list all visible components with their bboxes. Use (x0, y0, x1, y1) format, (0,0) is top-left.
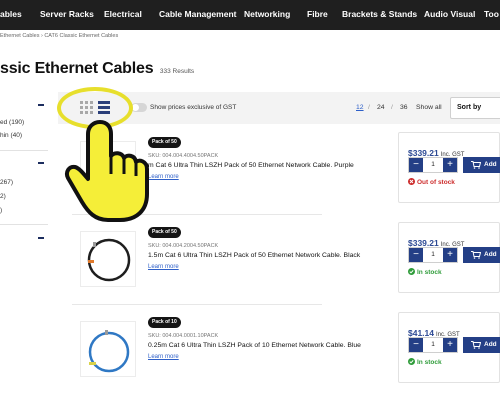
page-title-row: ssic Ethernet Cables 333 Results (0, 60, 194, 78)
collapse-icon[interactable] (38, 104, 44, 106)
filter-option[interactable]: 2) (0, 193, 6, 200)
row-divider (72, 304, 322, 305)
gst-toggle-label: Show prices exclusive of GST (150, 104, 237, 111)
filter-option[interactable]: hin (40) (0, 132, 22, 139)
nav-item-brackets-stands[interactable]: Brackets & Stands (342, 9, 417, 19)
buy-card: $41.14 Inc. GST − 1 + Add In stock (398, 312, 500, 383)
product-image[interactable] (80, 231, 136, 287)
sidebar-divider (0, 224, 48, 225)
nav-item-fibre[interactable]: Fibre (307, 9, 328, 19)
pack-badge: Pack of 10 (148, 317, 181, 328)
quantity-stepper: − 1 + (408, 337, 458, 353)
add-label: Add (484, 161, 497, 168)
qty-increase-button[interactable]: + (443, 248, 457, 262)
product-name[interactable]: 1.5m Cat 6 Ultra Thin LSZH Pack of 50 Et… (148, 252, 360, 259)
page-size-separator: / (368, 104, 370, 111)
out-of-stock-icon (408, 178, 415, 185)
add-label: Add (484, 341, 497, 348)
product-image[interactable] (80, 321, 136, 377)
learn-more-link[interactable]: Learn more (148, 354, 179, 360)
product-name[interactable]: 0.25m Cat 6 Ultra Thin LSZH Pack of 10 E… (148, 342, 361, 349)
stock-text: In stock (417, 359, 442, 366)
nav-item-cables[interactable]: ables (0, 9, 22, 19)
sidebar-divider (0, 150, 48, 151)
gst-toggle[interactable] (131, 103, 147, 112)
product-sku: SKU: 004.004.2004.50PACK (148, 243, 219, 249)
page-size-24[interactable]: 24 (377, 104, 385, 111)
cart-icon (471, 251, 481, 259)
nav-item-electrical[interactable]: Electrical (104, 9, 142, 19)
product-sku: SKU: 004.004.0001.10PACK (148, 333, 219, 339)
add-to-cart-button[interactable]: Add (463, 247, 500, 263)
page-size-36[interactable]: 36 (400, 104, 408, 111)
qty-value[interactable]: 1 (423, 341, 443, 348)
qty-increase-button[interactable]: + (443, 338, 457, 352)
add-to-cart-button[interactable]: Add (463, 337, 500, 353)
nav-item-networking[interactable]: Networking (244, 9, 290, 19)
qty-decrease-button[interactable]: − (409, 158, 423, 172)
quantity-stepper: − 1 + (408, 157, 458, 173)
buy-card: $339.21 Inc. GST − 1 + Add Out of stock (398, 132, 500, 203)
collapse-icon[interactable] (38, 237, 44, 239)
page-size-separator: / (391, 104, 393, 111)
filter-sidebar: ed (190) hin (40) 267) 2) ) (0, 92, 48, 400)
nav-item-server-racks[interactable]: Server Racks (40, 9, 94, 19)
cart-icon (471, 341, 481, 349)
add-label: Add (484, 251, 497, 258)
stock-status: In stock (408, 268, 442, 276)
top-nav: ables Server Racks Electrical Cable Mana… (0, 0, 500, 30)
product-sku: SKU: 004.004.4004.50PACK (148, 153, 219, 159)
stock-text: In stock (417, 269, 442, 276)
learn-more-link[interactable]: Learn more (148, 264, 179, 270)
nav-item-tools[interactable]: Too (484, 9, 499, 19)
filter-option[interactable]: ) (0, 207, 2, 214)
qty-increase-button[interactable]: + (443, 158, 457, 172)
qty-value[interactable]: 1 (423, 251, 443, 258)
breadcrumb[interactable]: Ethernet Cables › CAT6 Classic Ethernet … (0, 33, 118, 39)
collapse-icon[interactable] (38, 162, 44, 164)
add-to-cart-button[interactable]: Add (463, 157, 500, 173)
in-stock-icon (408, 358, 415, 365)
page-size-12[interactable]: 12 (356, 104, 364, 111)
nav-item-cable-management[interactable]: Cable Management (159, 9, 236, 19)
stock-text: Out of stock (417, 179, 455, 186)
in-stock-icon (408, 268, 415, 275)
filter-option[interactable]: 267) (0, 179, 13, 186)
stock-status: Out of stock (408, 178, 455, 186)
cart-icon (471, 161, 481, 169)
sort-dropdown[interactable]: Sort by (450, 97, 500, 119)
product-name[interactable]: m Cat 6 Ultra Thin LSZH Pack of 50 Ether… (148, 162, 354, 169)
filter-option[interactable]: ed (190) (0, 119, 24, 126)
pointing-hand-icon (64, 120, 149, 222)
qty-decrease-button[interactable]: − (409, 248, 423, 262)
page-title: ssic Ethernet Cables (0, 60, 154, 77)
nav-item-audio-visual[interactable]: Audio Visual (424, 9, 475, 19)
stock-status: In stock (408, 358, 442, 366)
quantity-stepper: − 1 + (408, 247, 458, 263)
buy-card: $339.21 Inc. GST − 1 + Add In stock (398, 222, 500, 293)
sort-label: Sort by (457, 104, 482, 111)
result-count: 333 Results (159, 68, 195, 75)
qty-decrease-button[interactable]: − (409, 338, 423, 352)
qty-value[interactable]: 1 (423, 161, 443, 168)
pack-badge: Pack of 50 (148, 227, 181, 238)
page-size-all[interactable]: Show all (416, 104, 442, 111)
